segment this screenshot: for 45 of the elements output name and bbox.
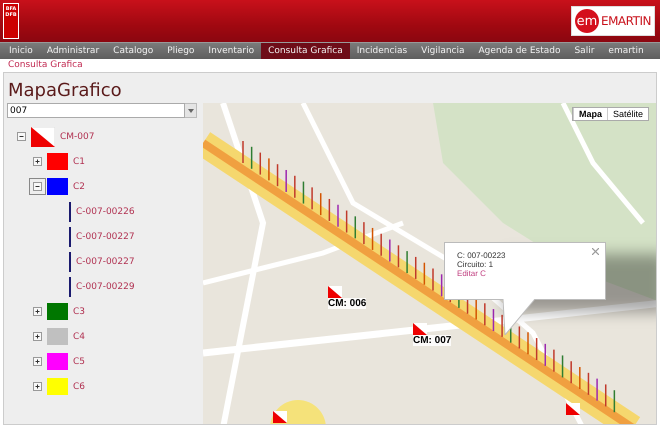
nav-tab[interactable]: Administrar <box>40 43 106 59</box>
nav-tab[interactable]: Inventario <box>201 43 262 59</box>
expand-toggle[interactable] <box>33 332 42 341</box>
popup-text: Circuito: 1 <box>457 260 494 269</box>
caret-icon <box>188 108 194 112</box>
tree-item-label[interactable]: C2 <box>73 182 86 192</box>
nav-tab[interactable]: Inicio <box>2 43 40 59</box>
close-icon[interactable] <box>592 248 599 255</box>
cabinet-flag-icon <box>273 411 287 423</box>
edit-link[interactable]: Editar C <box>457 269 593 278</box>
popup-text: C: 007-00223 <box>457 251 506 260</box>
tree-item-label[interactable]: C-007-00229 <box>76 282 135 292</box>
brand-logo: em EMARTIN <box>571 6 655 36</box>
tree-item-label[interactable]: C-007-00226 <box>76 206 135 216</box>
search-field[interactable]: 007 <box>7 103 185 118</box>
nav-tab[interactable]: Agenda de Estado <box>472 43 568 59</box>
nav-tab[interactable]: Catalogo <box>106 43 160 59</box>
marker-label: CM: 006 <box>328 298 366 309</box>
cabinet-flag-icon <box>31 126 55 146</box>
tree-item-label[interactable]: C-007-00227 <box>76 256 135 266</box>
nav-tab[interactable]: emartin <box>601 43 651 59</box>
page-title: MapaGrafico <box>8 81 123 101</box>
tree-item-label[interactable]: CM-007 <box>60 132 94 142</box>
dropdown-button[interactable] <box>185 103 197 118</box>
cabinet-flag-icon <box>566 403 580 415</box>
cabinet-flag-icon <box>413 323 427 335</box>
tree-item-label[interactable]: C6 <box>73 382 86 392</box>
marker-label: CM: 007 <box>413 335 452 346</box>
expand-toggle[interactable] <box>33 357 42 366</box>
expand-toggle[interactable] <box>33 157 42 166</box>
collapse-toggle[interactable] <box>17 132 26 141</box>
tree-item-label[interactable]: C-007-00227 <box>76 232 135 242</box>
expand-toggle[interactable] <box>33 382 42 391</box>
nav-tab[interactable]: Salir <box>567 43 602 59</box>
tree-item-label[interactable]: C4 <box>73 332 86 342</box>
tree-item-label[interactable]: C1 <box>73 156 86 166</box>
nav-tab[interactable]: Incidencias <box>350 43 414 59</box>
cabinet-flag-icon <box>328 286 342 298</box>
nav-tab[interactable]: Consulta Grafica <box>261 43 350 59</box>
nav-tab[interactable]: Vigilancia <box>414 43 472 59</box>
tree-item-label[interactable]: C5 <box>73 356 86 366</box>
nav-tab[interactable]: Pliego <box>160 43 202 59</box>
breadcrumb-link[interactable]: Consulta Grafica <box>0 59 660 72</box>
tree-item-label[interactable]: C3 <box>73 306 86 316</box>
expand-toggle[interactable] <box>33 307 42 316</box>
